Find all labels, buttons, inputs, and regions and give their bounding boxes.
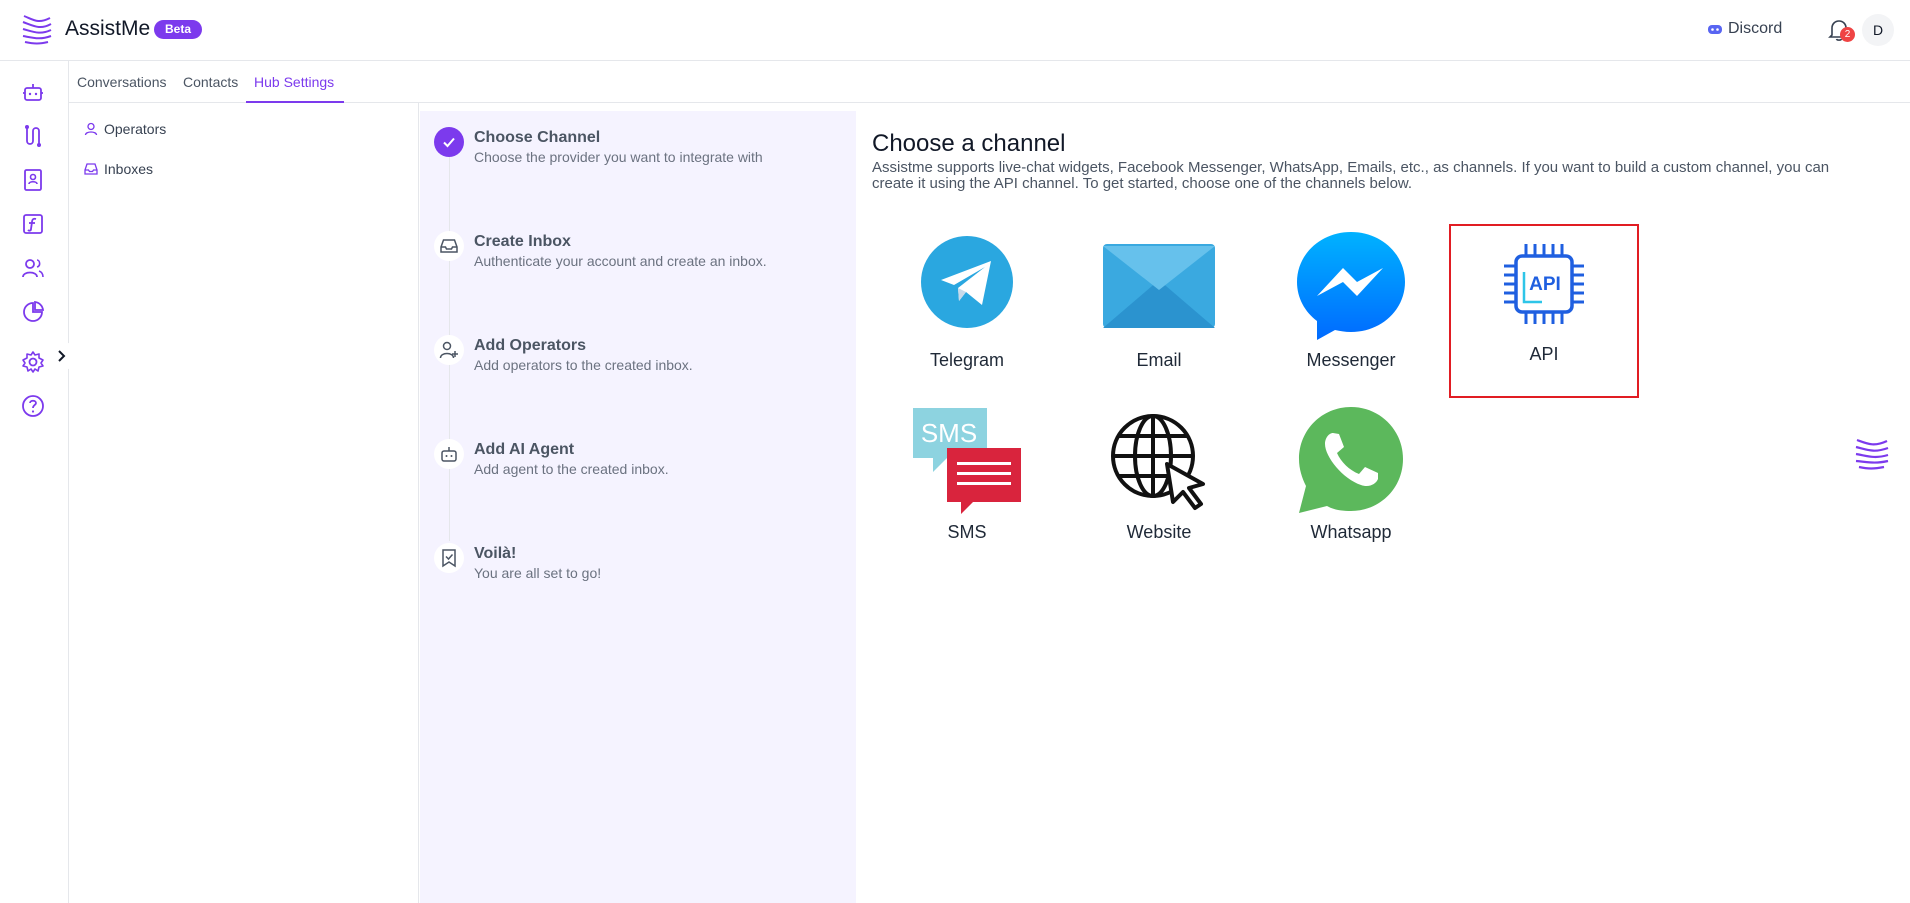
- step-indicator: [434, 439, 464, 469]
- subnav-label: Operators: [104, 121, 167, 137]
- book-icon[interactable]: [20, 167, 46, 193]
- whatsapp-icon: [1299, 407, 1403, 513]
- channel-sms[interactable]: SMS SMS: [872, 402, 1062, 576]
- step-title: Add AI Agent: [474, 441, 575, 458]
- discord-icon: [1708, 24, 1722, 34]
- user-icon: [84, 122, 98, 136]
- tab-contacts[interactable]: Contacts: [175, 61, 246, 103]
- bot-icon: [441, 447, 457, 462]
- api-icon-text: API: [1529, 274, 1561, 295]
- bot-icon[interactable]: [20, 79, 46, 105]
- step-complete-indicator: [434, 127, 464, 157]
- tab-conversations[interactable]: Conversations: [69, 61, 175, 103]
- chart-icon[interactable]: [20, 299, 46, 325]
- step-description: Add operators to the created inbox.: [474, 357, 693, 373]
- settings-icon[interactable]: [20, 349, 46, 375]
- step-description: Add agent to the created inbox.: [474, 461, 669, 477]
- inbox-icon: [84, 163, 98, 175]
- step-title: Voilà!: [474, 545, 517, 562]
- channel-label: Messenger: [1306, 350, 1396, 370]
- flow-icon[interactable]: [20, 123, 46, 149]
- beta-badge: Beta: [154, 20, 203, 39]
- channel-label: Whatsapp: [1310, 522, 1392, 542]
- page-title: Choose a channel: [872, 130, 1066, 157]
- hub-tabs: Conversations Contacts Hub Settings: [69, 61, 1910, 103]
- page-description: Assistme supports live-chat widgets, Fac…: [872, 159, 1830, 192]
- sms-icon: SMS: [913, 408, 1021, 514]
- api-chip-icon: API: [1504, 244, 1584, 324]
- brand-name: AssistMe: [65, 17, 151, 40]
- channel-label: Email: [1136, 350, 1182, 370]
- bookmark-check-icon: [442, 549, 456, 568]
- globe-cursor-icon: [1111, 414, 1205, 510]
- help-icon[interactable]: [20, 393, 46, 419]
- channel-telegram[interactable]: Telegram: [872, 228, 1062, 402]
- step-description: You are all set to go!: [474, 565, 602, 581]
- settings-subnav: Operators Inboxes: [69, 103, 419, 903]
- assistant-launcher-icon[interactable]: [1852, 432, 1892, 472]
- channel-label: Website: [1126, 522, 1192, 542]
- top-header: AssistMe Beta Discord 2 D: [0, 0, 1910, 61]
- assistme-logo-icon[interactable]: [20, 10, 54, 48]
- discord-link[interactable]: Discord: [1707, 20, 1782, 38]
- subnav-item-inboxes[interactable]: Inboxes: [84, 161, 153, 177]
- user-plus-icon: [439, 341, 458, 359]
- subnav-item-operators[interactable]: Operators: [84, 121, 166, 137]
- sms-icon-text: SMS: [921, 418, 977, 448]
- step-title: Add Operators: [474, 337, 587, 354]
- check-icon: [443, 137, 455, 148]
- channel-api[interactable]: API API: [1449, 224, 1639, 398]
- step-indicator: [434, 231, 464, 261]
- subnav-label: Inboxes: [104, 161, 154, 177]
- channel-label: SMS: [947, 522, 987, 542]
- step-title: Create Inbox: [474, 233, 571, 250]
- step-description: Choose the provider you want to integrat…: [474, 149, 763, 165]
- channel-website[interactable]: Website: [1064, 402, 1254, 576]
- notification-count-badge: 2: [1840, 27, 1855, 42]
- messenger-icon: [1297, 232, 1405, 340]
- function-icon[interactable]: [20, 211, 46, 237]
- channel-whatsapp[interactable]: Whatsapp: [1256, 402, 1446, 576]
- step-indicator: [434, 335, 464, 365]
- channel-label: Telegram: [929, 350, 1005, 370]
- channel-email[interactable]: Email: [1064, 228, 1254, 402]
- step-description: Authenticate your account and create an …: [474, 253, 767, 269]
- channel-label: API: [1529, 344, 1559, 364]
- tab-hub-settings[interactable]: Hub Settings: [246, 61, 344, 103]
- setup-stepper: Choose Channel Choose the provider you w…: [420, 111, 856, 903]
- user-avatar[interactable]: D: [1862, 14, 1894, 46]
- left-rail: [0, 61, 72, 903]
- email-icon: [1103, 244, 1215, 328]
- channel-messenger[interactable]: Messenger: [1256, 228, 1446, 402]
- step-title: Choose Channel: [474, 129, 601, 146]
- inbox-icon: [440, 239, 458, 253]
- discord-label: Discord: [1728, 20, 1783, 37]
- telegram-icon: [921, 236, 1013, 328]
- step-indicator: [434, 543, 464, 573]
- users-icon[interactable]: [20, 255, 46, 281]
